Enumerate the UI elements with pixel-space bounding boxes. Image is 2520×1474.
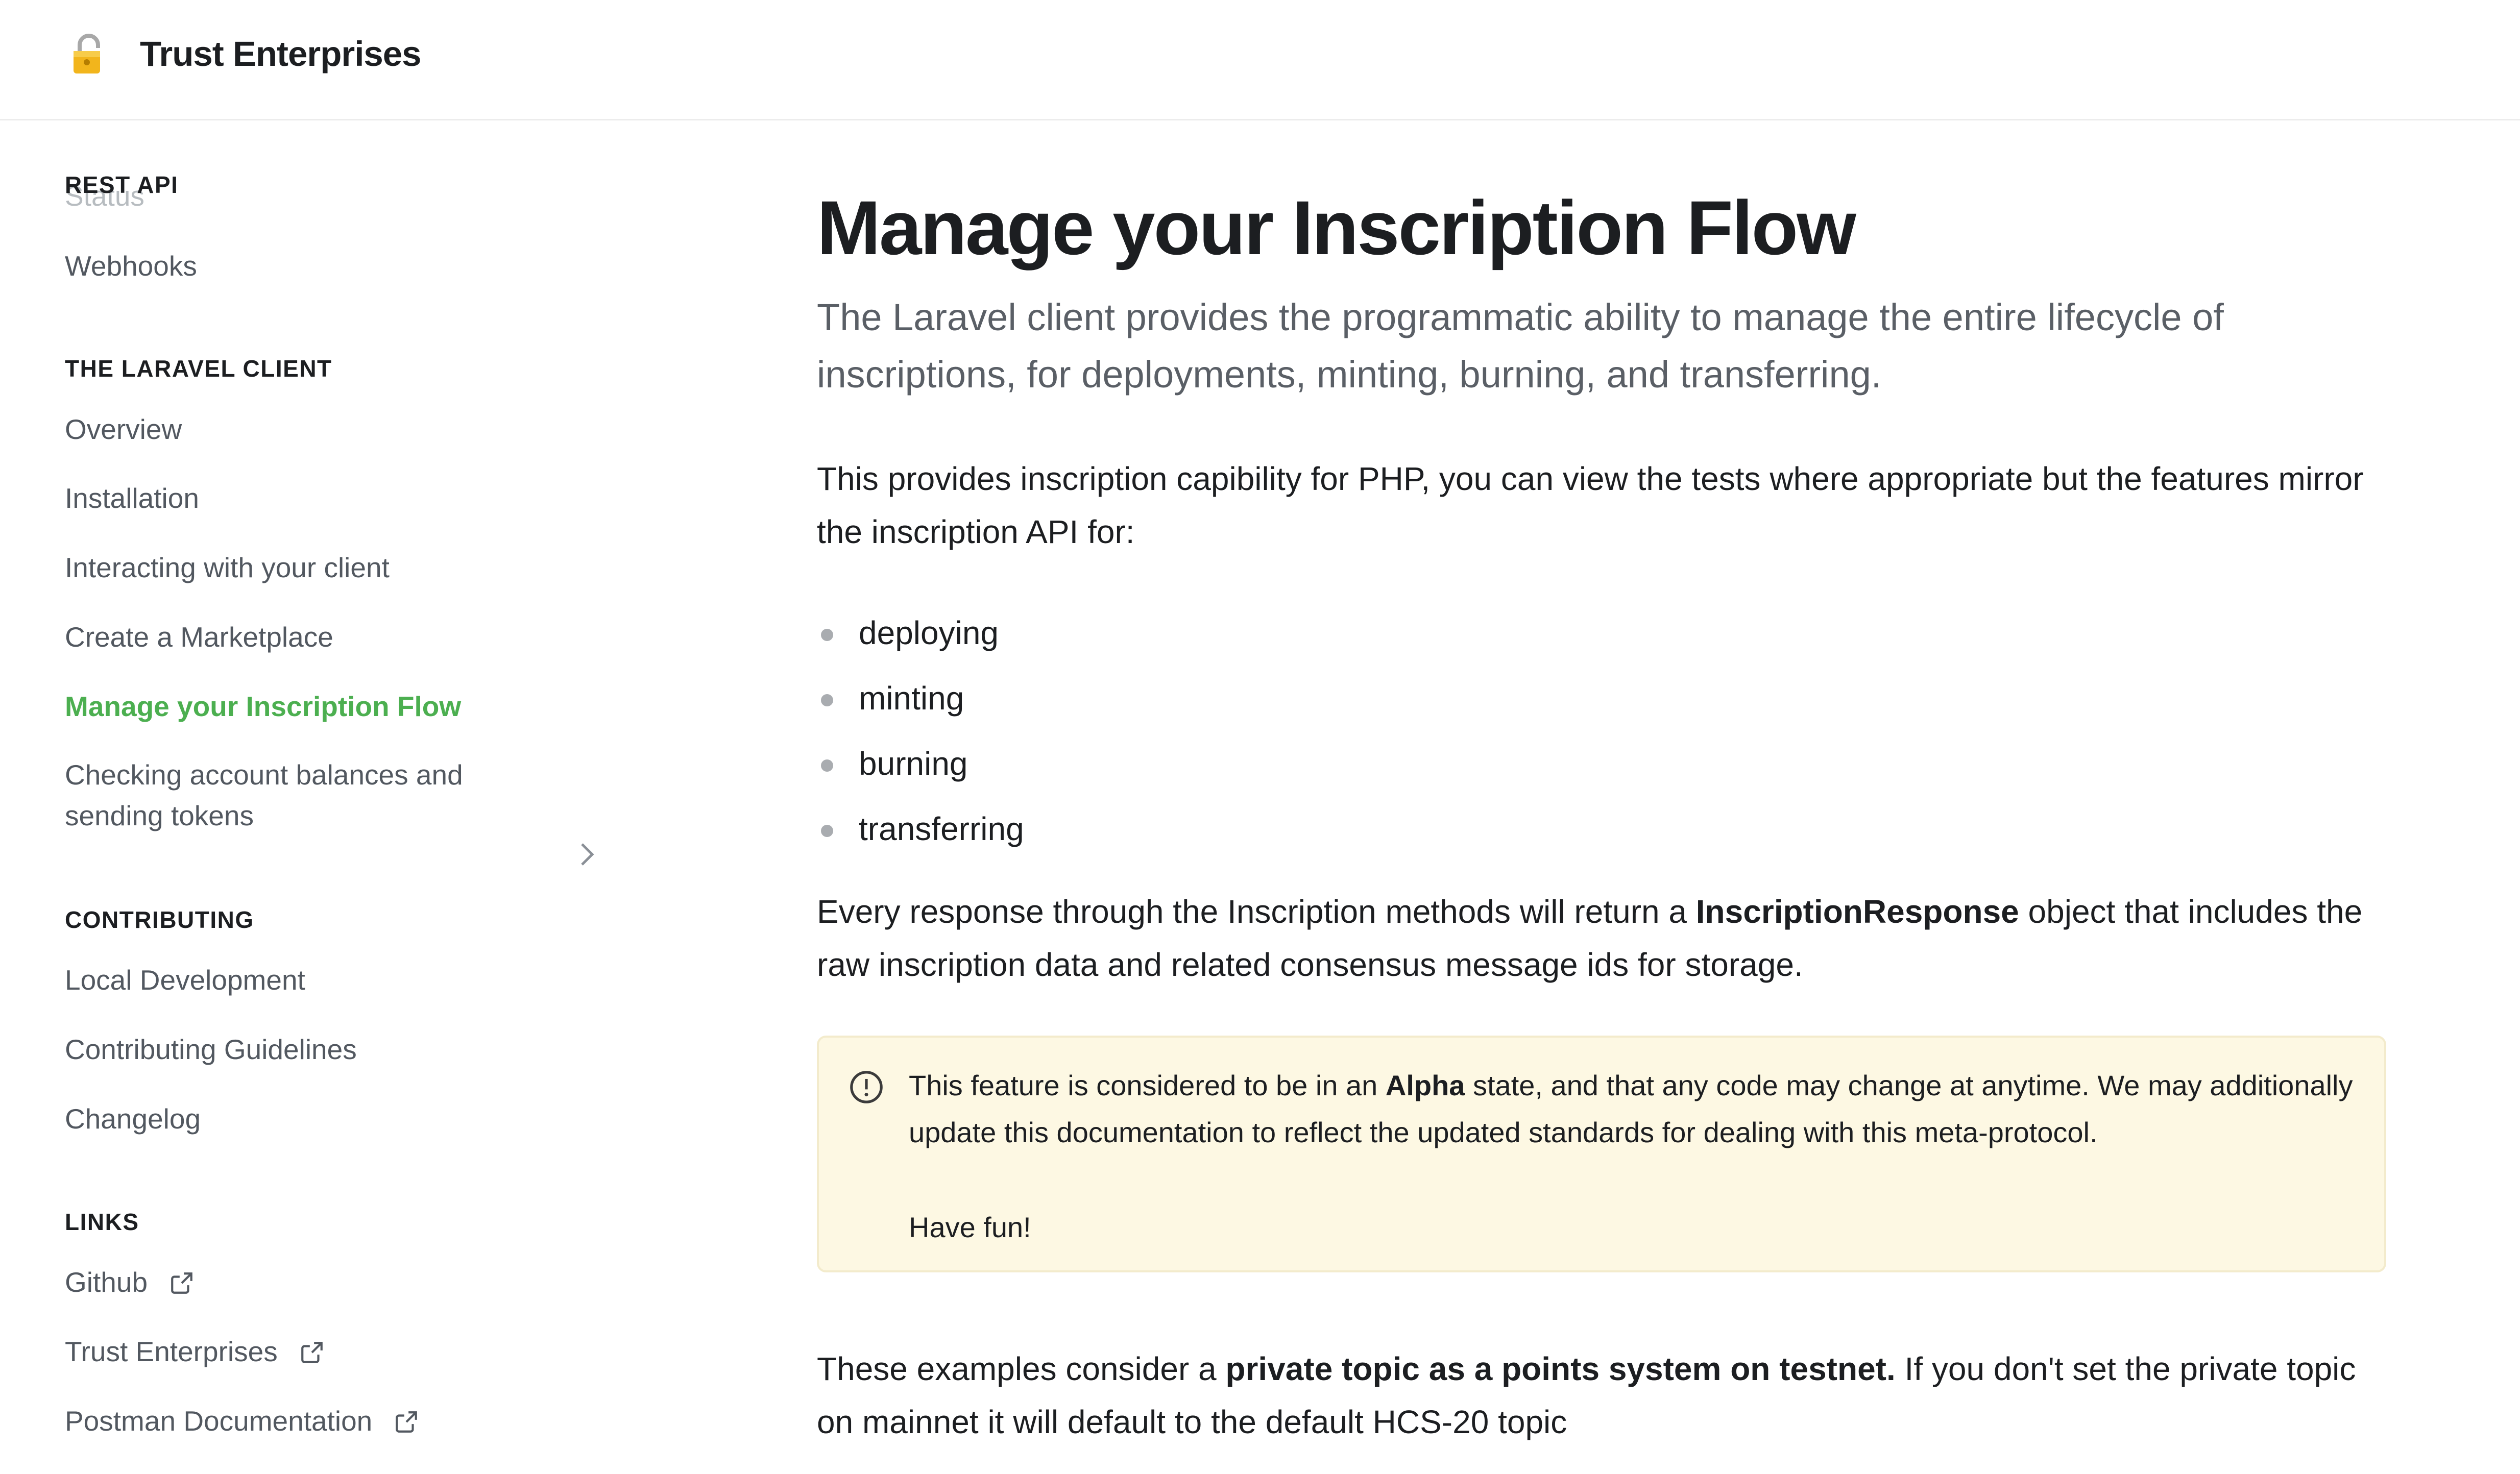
sidebar-header-links: LINKS bbox=[65, 1209, 139, 1235]
response-paragraph: Every response through the Inscription m… bbox=[817, 885, 2389, 991]
list-item: deploying bbox=[817, 600, 1024, 666]
external-link-icon bbox=[396, 1411, 418, 1433]
sidebar-link-github[interactable]: Github bbox=[65, 1262, 195, 1303]
sidebar-link-label: Postman Documentation bbox=[65, 1405, 373, 1437]
lock-icon[interactable] bbox=[70, 34, 107, 76]
intro-paragraph: This provides inscription capibility for… bbox=[817, 460, 2364, 550]
admonition-have-fun: Have fun! bbox=[909, 1211, 1031, 1243]
docs-sidebar: Status REST API Webhooks THE LARAVEL CLI… bbox=[0, 120, 623, 1474]
sidebar-item-local-development[interactable]: Local Development bbox=[65, 960, 305, 1000]
sidebar-item-overview[interactable]: Overview bbox=[65, 409, 182, 450]
sidebar-item-contributing-guidelines[interactable]: Contributing Guidelines bbox=[65, 1029, 357, 1070]
page-title: Manage your Inscription Flow bbox=[817, 185, 1856, 271]
sidebar-item-webhooks[interactable]: Webhooks bbox=[65, 245, 197, 286]
sidebar-item-changelog[interactable]: Changelog bbox=[65, 1098, 201, 1139]
examples-text-before: These examples consider a bbox=[817, 1350, 1226, 1387]
external-link-icon bbox=[171, 1272, 192, 1294]
feature-list: deploying minting burning transferring bbox=[817, 600, 1024, 862]
list-item: transferring bbox=[817, 796, 1024, 862]
examples-paragraph: These examples consider a private topic … bbox=[817, 1342, 2389, 1448]
sidebar-item-installation[interactable]: Installation bbox=[65, 478, 199, 519]
private-topic-term: private topic as a points system on test… bbox=[1225, 1350, 1896, 1387]
sidebar-header-rest-api: REST API bbox=[65, 171, 179, 198]
sidebar-item-account-balances[interactable]: Checking account balances and sending to… bbox=[65, 754, 473, 836]
alpha-term: Alpha bbox=[1385, 1069, 1465, 1101]
sidebar-link-label: Trust Enterprises bbox=[65, 1336, 278, 1367]
page-lead: The Laravel client provides the programm… bbox=[817, 296, 2224, 396]
top-navbar: Trust Enterprises bbox=[0, 0, 2520, 120]
alpha-warning-admonition: This feature is considered to be in an A… bbox=[817, 1036, 2386, 1272]
admonition-text: This feature is considered to be in an A… bbox=[909, 1062, 2359, 1156]
list-item: minting bbox=[817, 666, 1024, 731]
sidebar-header-laravel-client: THE LARAVEL CLIENT bbox=[65, 355, 332, 382]
external-link-icon bbox=[301, 1342, 323, 1363]
chevron-right-icon[interactable] bbox=[577, 839, 597, 870]
response-text-before: Every response through the Inscription m… bbox=[817, 893, 1696, 930]
inscription-response-term: InscriptionResponse bbox=[1695, 893, 2019, 930]
docs-page: Trust Enterprises Status REST API Webhoo… bbox=[0, 0, 2520, 1474]
sidebar-link-trust-enterprises[interactable]: Trust Enterprises bbox=[65, 1331, 325, 1372]
admonition-text-before: This feature is considered to be in an bbox=[909, 1069, 1386, 1101]
sidebar-item-manage-inscription-flow[interactable]: Manage your Inscription Flow bbox=[65, 686, 461, 727]
sidebar-item-interacting[interactable]: Interacting with your client bbox=[65, 547, 390, 588]
list-item: burning bbox=[817, 731, 1024, 796]
brand-title[interactable]: Trust Enterprises bbox=[140, 30, 422, 79]
sidebar-link-label: Github bbox=[65, 1266, 148, 1298]
sidebar-header-contributing: CONTRIBUTING bbox=[65, 906, 254, 933]
sidebar-item-create-marketplace[interactable]: Create a Marketplace bbox=[65, 617, 333, 657]
sidebar-link-postman[interactable]: Postman Documentation bbox=[65, 1401, 419, 1441]
info-circle-icon bbox=[850, 1071, 883, 1103]
